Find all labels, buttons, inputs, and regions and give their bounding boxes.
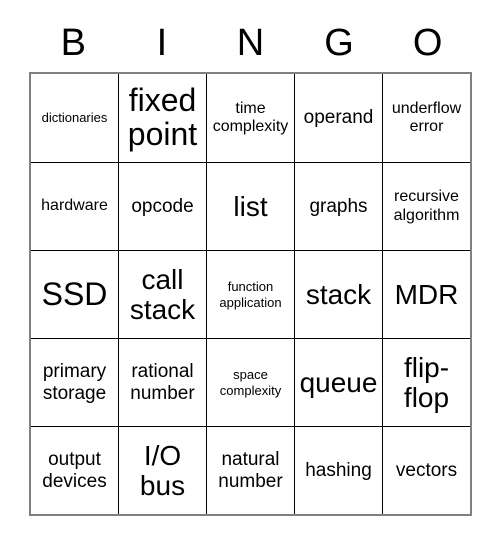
header-letter: O [412, 22, 443, 64]
bingo-cell-label: hardware [41, 197, 108, 215]
bingo-cell[interactable]: space complexity [206, 339, 294, 426]
bingo-cell[interactable]: vectors [382, 427, 470, 514]
bingo-header-letter-n: N [206, 14, 295, 72]
bingo-cell[interactable]: hardware [31, 163, 118, 250]
bingo-cell[interactable]: SSD [31, 251, 118, 338]
bingo-cell-label: underflow error [391, 99, 462, 135]
bingo-cell-label: recursive algorithm [393, 188, 460, 224]
header-letter: B [60, 22, 86, 64]
bingo-cell[interactable]: stack [294, 251, 382, 338]
bingo-cell-label: natural number [218, 449, 283, 492]
bingo-cell[interactable]: flip-flop [382, 339, 470, 426]
bingo-header-letter-g: G [295, 14, 384, 72]
bingo-header-letter-i: I [118, 14, 207, 72]
bingo-cell[interactable]: queue [294, 339, 382, 426]
bingo-cell-label: dictionaries [41, 110, 108, 126]
bingo-cell[interactable]: dictionaries [31, 74, 118, 162]
bingo-cell-label: stack [305, 278, 372, 310]
bingo-cell-label: output devices [42, 449, 107, 492]
bingo-cell-label: list [233, 190, 268, 222]
bingo-cell[interactable]: function application [206, 251, 294, 338]
bingo-grid: dictionaries fixed point time complexity… [29, 72, 472, 516]
bingo-cell-label: operand [303, 107, 374, 129]
bingo-cell-label: MDR [394, 278, 459, 310]
bingo-cell[interactable]: operand [294, 74, 382, 162]
bingo-cell-label: space complexity [219, 367, 282, 398]
bingo-cell[interactable]: opcode [118, 163, 206, 250]
bingo-cell[interactable]: primary storage [31, 339, 118, 426]
bingo-cell[interactable]: list [206, 163, 294, 250]
bingo-card: B I N G O dictionaries fixed point time … [29, 14, 472, 516]
bingo-cell[interactable]: MDR [382, 251, 470, 338]
bingo-row: output devices I/O bus natural number ha… [31, 426, 470, 514]
header-letter: N [236, 22, 265, 64]
bingo-cell[interactable]: recursive algorithm [382, 163, 470, 250]
bingo-cell-label: opcode [131, 195, 194, 217]
bingo-cell-label: rational number [130, 361, 195, 404]
bingo-cell-label: fixed point [127, 82, 198, 152]
bingo-row: hardware opcode list graphs recursive al… [31, 162, 470, 250]
bingo-cell[interactable]: output devices [31, 427, 118, 514]
header-letter: I [156, 22, 168, 64]
bingo-header: B I N G O [29, 14, 472, 72]
header-letter: G [324, 22, 354, 64]
bingo-cell-label: function application [219, 279, 282, 310]
bingo-cell-label: vectors [395, 459, 458, 481]
bingo-cell-label: I/O bus [139, 439, 186, 501]
bingo-cell[interactable]: I/O bus [118, 427, 206, 514]
bingo-cell[interactable]: hashing [294, 427, 382, 514]
bingo-cell-label: call stack [129, 263, 196, 325]
bingo-cell[interactable]: graphs [294, 163, 382, 250]
bingo-cell[interactable]: time complexity [206, 74, 294, 162]
bingo-row: SSD call stack function application stac… [31, 250, 470, 338]
bingo-cell-label: time complexity [212, 99, 289, 135]
bingo-cell[interactable]: underflow error [382, 74, 470, 162]
bingo-row: primary storage rational number space co… [31, 338, 470, 426]
bingo-header-letter-o: O [383, 14, 472, 72]
bingo-cell[interactable]: fixed point [118, 74, 206, 162]
bingo-cell[interactable]: rational number [118, 339, 206, 426]
bingo-cell[interactable]: natural number [206, 427, 294, 514]
bingo-cell-label: graphs [309, 195, 368, 217]
bingo-cell-label: SSD [41, 275, 108, 312]
bingo-header-letter-b: B [29, 14, 118, 72]
bingo-cell-label: queue [299, 366, 378, 398]
bingo-cell-label: primary storage [42, 361, 107, 404]
bingo-cell-label: flip-flop [403, 351, 450, 413]
bingo-row: dictionaries fixed point time complexity… [31, 74, 470, 162]
bingo-cell-label: hashing [305, 459, 372, 481]
bingo-cell[interactable]: call stack [118, 251, 206, 338]
